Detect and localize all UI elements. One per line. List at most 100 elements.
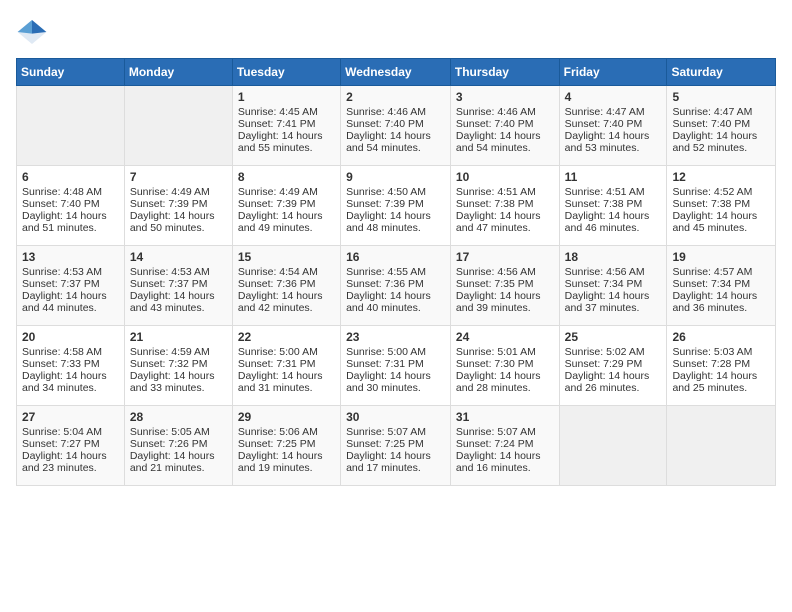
calendar-cell: 24Sunrise: 5:01 AMSunset: 7:30 PMDayligh…: [450, 326, 559, 406]
day-info: Sunset: 7:40 PM: [456, 118, 554, 130]
day-info: Sunrise: 4:53 AM: [130, 266, 227, 278]
calendar-cell: 4Sunrise: 4:47 AMSunset: 7:40 PMDaylight…: [559, 86, 667, 166]
weekday-thursday: Thursday: [450, 59, 559, 86]
day-info: Daylight: 14 hours and 49 minutes.: [238, 210, 335, 234]
day-number: 13: [22, 250, 119, 264]
calendar-cell: 15Sunrise: 4:54 AMSunset: 7:36 PMDayligh…: [232, 246, 340, 326]
weekday-header-row: SundayMondayTuesdayWednesdayThursdayFrid…: [17, 59, 776, 86]
day-info: Daylight: 14 hours and 36 minutes.: [672, 290, 770, 314]
calendar-cell: 8Sunrise: 4:49 AMSunset: 7:39 PMDaylight…: [232, 166, 340, 246]
day-info: Sunset: 7:24 PM: [456, 438, 554, 450]
day-info: Sunset: 7:27 PM: [22, 438, 119, 450]
day-number: 29: [238, 410, 335, 424]
day-info: Daylight: 14 hours and 23 minutes.: [22, 450, 119, 474]
day-info: Daylight: 14 hours and 45 minutes.: [672, 210, 770, 234]
logo-icon: [16, 16, 48, 48]
day-number: 24: [456, 330, 554, 344]
day-info: Sunrise: 4:59 AM: [130, 346, 227, 358]
day-info: Daylight: 14 hours and 26 minutes.: [565, 370, 662, 394]
calendar-cell: 13 Sunrise: 4:53 AMSunset: 7:37 PMDayligh…: [17, 246, 125, 326]
day-info: Daylight: 14 hours and 51 minutes.: [22, 210, 119, 234]
day-info: Sunrise: 5:07 AM: [456, 426, 554, 438]
calendar-cell: 9Sunrise: 4:50 AMSunset: 7:39 PMDaylight…: [341, 166, 451, 246]
calendar-cell: 12 Sunrise: 4:52 AMSunset: 7:38 PMDayligh…: [667, 166, 776, 246]
day-info: Sunset: 7:37 PM: [22, 278, 119, 290]
day-info: Sunrise: 4:55 AM: [346, 266, 445, 278]
calendar-cell: 27Sunrise: 5:04 AMSunset: 7:27 PMDayligh…: [17, 406, 125, 486]
day-info: Sunrise: 4:46 AM: [456, 106, 554, 118]
day-info: Daylight: 14 hours and 33 minutes.: [130, 370, 227, 394]
day-number: 15: [238, 250, 335, 264]
day-info: Sunrise: 4:52 AM: [672, 186, 770, 198]
day-info: Sunset: 7:34 PM: [565, 278, 662, 290]
calendar-cell: 23Sunrise: 5:00 AMSunset: 7:31 PMDayligh…: [341, 326, 451, 406]
day-info: Sunrise: 4:49 AM: [130, 186, 227, 198]
day-info: Sunrise: 5:03 AM: [672, 346, 770, 358]
day-info: Sunrise: 5:05 AM: [130, 426, 227, 438]
day-info: Sunset: 7:39 PM: [130, 198, 227, 210]
day-info: Daylight: 14 hours and 17 minutes.: [346, 450, 445, 474]
calendar-cell: 19Sunrise: 4:57 AMSunset: 7:34 PMDayligh…: [667, 246, 776, 326]
weekday-friday: Friday: [559, 59, 667, 86]
day-number: 12: [672, 170, 770, 184]
calendar-body: 1Sunrise: 4:45 AMSunset: 7:41 PMDaylight…: [17, 86, 776, 486]
calendar-cell: 3Sunrise: 4:46 AMSunset: 7:40 PMDaylight…: [450, 86, 559, 166]
day-info: Daylight: 14 hours and 55 minutes.: [238, 130, 335, 154]
day-info: Sunrise: 4:49 AM: [238, 186, 335, 198]
day-info: Daylight: 14 hours and 31 minutes.: [238, 370, 335, 394]
day-number: 11: [565, 170, 662, 184]
day-info: Sunrise: 5:00 AM: [238, 346, 335, 358]
calendar-cell: 31Sunrise: 5:07 AMSunset: 7:24 PMDayligh…: [450, 406, 559, 486]
day-number: 9: [346, 170, 445, 184]
day-info: Sunrise: 4:51 AM: [456, 186, 554, 198]
day-info: Sunset: 7:31 PM: [238, 358, 335, 370]
day-info: Daylight: 14 hours and 46 minutes.: [565, 210, 662, 234]
day-info: Sunset: 7:40 PM: [22, 198, 119, 210]
day-info: Daylight: 14 hours and 40 minutes.: [346, 290, 445, 314]
day-info: Sunset: 7:38 PM: [672, 198, 770, 210]
weekday-tuesday: Tuesday: [232, 59, 340, 86]
calendar-week-2: 6Sunrise: 4:48 AMSunset: 7:40 PMDaylight…: [17, 166, 776, 246]
day-info: Sunrise: 4:53 AM: [22, 266, 119, 278]
day-number: 1: [238, 90, 335, 104]
calendar-cell: 1Sunrise: 4:45 AMSunset: 7:41 PMDaylight…: [232, 86, 340, 166]
day-info: Sunrise: 5:02 AM: [565, 346, 662, 358]
day-info: Sunset: 7:26 PM: [130, 438, 227, 450]
calendar-cell: 20Sunrise: 4:58 AMSunset: 7:33 PMDayligh…: [17, 326, 125, 406]
page-header: [16, 16, 776, 48]
weekday-saturday: Saturday: [667, 59, 776, 86]
day-info: Sunset: 7:37 PM: [130, 278, 227, 290]
day-number: 5: [672, 90, 770, 104]
calendar-cell: 5Sunrise: 4:47 AMSunset: 7:40 PMDaylight…: [667, 86, 776, 166]
day-info: Daylight: 14 hours and 16 minutes.: [456, 450, 554, 474]
calendar-cell: [17, 86, 125, 166]
day-info: Sunset: 7:41 PM: [238, 118, 335, 130]
day-info: Sunset: 7:38 PM: [456, 198, 554, 210]
day-info: Sunrise: 4:47 AM: [565, 106, 662, 118]
day-number: 28: [130, 410, 227, 424]
calendar-cell: 14Sunrise: 4:53 AMSunset: 7:37 PMDayligh…: [124, 246, 232, 326]
calendar-cell: 6Sunrise: 4:48 AMSunset: 7:40 PMDaylight…: [17, 166, 125, 246]
day-number: 20: [22, 330, 119, 344]
day-info: Sunrise: 5:06 AM: [238, 426, 335, 438]
calendar-cell: 18Sunrise: 4:56 AMSunset: 7:34 PMDayligh…: [559, 246, 667, 326]
day-info: Daylight: 14 hours and 30 minutes.: [346, 370, 445, 394]
calendar-cell: [559, 406, 667, 486]
calendar-cell: 29Sunrise: 5:06 AMSunset: 7:25 PMDayligh…: [232, 406, 340, 486]
calendar-cell: 16Sunrise: 4:55 AMSunset: 7:36 PMDayligh…: [341, 246, 451, 326]
day-number: 27: [22, 410, 119, 424]
day-number: 3: [456, 90, 554, 104]
day-info: Daylight: 14 hours and 48 minutes.: [346, 210, 445, 234]
day-number: 26: [672, 330, 770, 344]
day-info: Daylight: 14 hours and 44 minutes.: [22, 290, 119, 314]
day-info: Sunset: 7:38 PM: [565, 198, 662, 210]
day-number: 2: [346, 90, 445, 104]
day-info: Sunrise: 5:01 AM: [456, 346, 554, 358]
weekday-wednesday: Wednesday: [341, 59, 451, 86]
day-number: 16: [346, 250, 445, 264]
day-info: Sunrise: 4:51 AM: [565, 186, 662, 198]
calendar-week-3: 13Sunrise: 4:53 AMSunset: 7:37 PMDayligh…: [17, 246, 776, 326]
day-info: Daylight: 14 hours and 19 minutes.: [238, 450, 335, 474]
calendar-cell: [124, 86, 232, 166]
calendar-cell: 7Sunrise: 4:49 AMSunset: 7:39 PMDaylight…: [124, 166, 232, 246]
